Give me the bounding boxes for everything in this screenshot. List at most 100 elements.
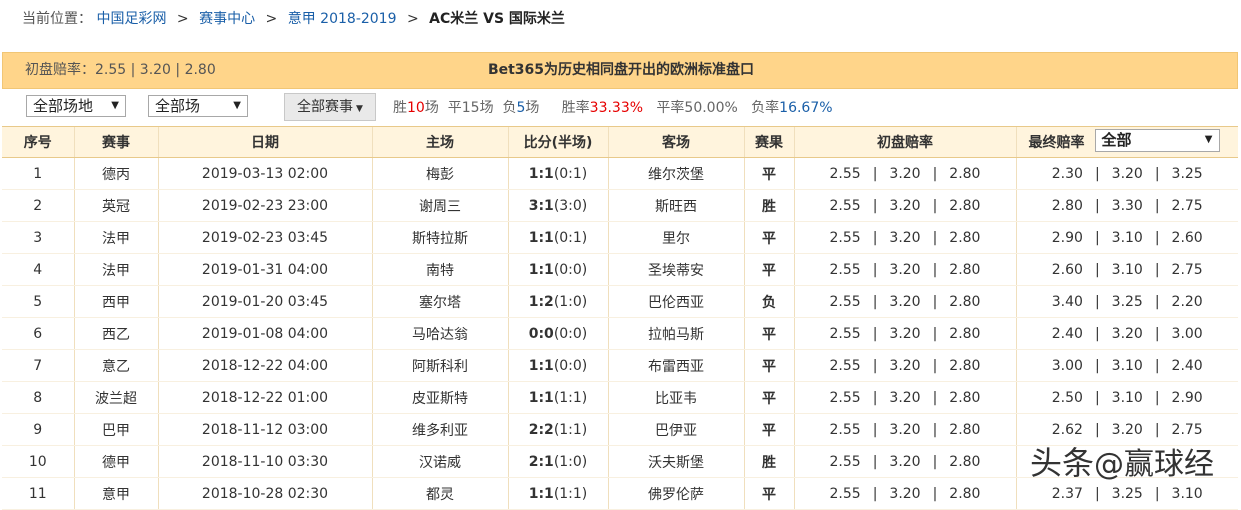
- cell-home-team[interactable]: 塞尔塔: [371, 285, 508, 318]
- cell-home-team[interactable]: 汉诺威: [371, 445, 508, 478]
- venue-select-value: 全部场地: [33, 97, 94, 115]
- initial-odds: 初盘赔率：2.55 | 3.20 | 2.80: [25, 53, 216, 88]
- cell-score[interactable]: 1:1(0:0): [507, 349, 608, 382]
- final-odds-value: 2.90: [1051, 229, 1083, 246]
- cell-score[interactable]: 3:1(3:0): [507, 189, 608, 222]
- cell-score[interactable]: 1:1(0:1): [507, 221, 608, 254]
- cell-final-odds: 3.40 | 3.25 | 2.20: [1015, 285, 1238, 318]
- full-score: 2:1: [528, 453, 554, 470]
- cell-result: 平: [743, 253, 794, 286]
- final-odds-value: 2.40: [1051, 325, 1083, 342]
- lose-label: 负: [502, 100, 517, 116]
- half-score: (1:1): [553, 485, 588, 502]
- odds-separator: |: [1094, 325, 1100, 342]
- cell-league[interactable]: 波兰超: [73, 381, 158, 414]
- cell-league[interactable]: 意乙: [73, 349, 158, 382]
- venue-select[interactable]: 全部场地 ▼: [26, 95, 126, 117]
- odds-separator: |: [932, 389, 938, 406]
- cell-home-team[interactable]: 都灵: [371, 477, 508, 510]
- final-odds-value: 2.75: [1171, 421, 1203, 438]
- cell-away-team[interactable]: 圣埃蒂安: [607, 253, 744, 286]
- cell-away-team[interactable]: 维尔茨堡: [607, 157, 744, 190]
- cell-league[interactable]: 巴甲: [73, 413, 158, 446]
- final-odds-value: 3.30: [1111, 197, 1143, 214]
- final-odds-value: 2.75: [1171, 261, 1203, 278]
- cell-score[interactable]: 0:0(0:0): [507, 317, 608, 350]
- final-odds-value: 2.60: [1051, 261, 1083, 278]
- cell-away-team[interactable]: 佛罗伦萨: [607, 477, 744, 510]
- cell-score[interactable]: 1:1(0:0): [507, 253, 608, 286]
- cell-home-team[interactable]: 维多利亚: [371, 413, 508, 446]
- cell-league[interactable]: 法甲: [73, 221, 158, 254]
- col-header-league: 赛事: [73, 126, 158, 158]
- cell-result: 平: [743, 317, 794, 350]
- odds-separator: |: [872, 229, 878, 246]
- cell-score[interactable]: 1:1(1:1): [507, 477, 608, 510]
- cell-score[interactable]: 1:1(0:1): [507, 157, 608, 190]
- breadcrumb-link-home[interactable]: 中国足彩网: [96, 11, 166, 27]
- odds-separator: |: [1094, 421, 1100, 438]
- table-row: 1 德丙 2019-03-13 02:00 梅彭 1:1(0:1) 维尔茨堡平 2.55 | 3…: [2, 157, 1238, 190]
- table-row: 6 西乙 2019-01-08 04:00 马哈达翁 0:0(0:0) 拉帕马斯平 2.55…: [2, 317, 1238, 350]
- cell-away-team[interactable]: 布雷西亚: [607, 349, 744, 382]
- cell-league[interactable]: 意甲: [73, 477, 158, 510]
- match-select[interactable]: 全部场 ▼: [148, 95, 248, 117]
- cell-away-team[interactable]: 拉帕马斯: [607, 317, 744, 350]
- final-odds-select[interactable]: 全部 ▼: [1094, 129, 1220, 152]
- odds-separator: |: [1094, 197, 1100, 214]
- cell-home-team[interactable]: 阿斯科利: [371, 349, 508, 382]
- half-score: (0:0): [553, 325, 588, 342]
- cell-home-team[interactable]: 皮亚斯特: [371, 381, 508, 414]
- initial-odds-value: 2.80: [949, 421, 981, 438]
- odds-separator: |: [872, 325, 878, 342]
- cell-away-team[interactable]: 斯旺西: [607, 189, 744, 222]
- col-header-initial-odds: 初盘赔率: [793, 126, 1016, 158]
- cell-home-team[interactable]: 梅彭: [371, 157, 508, 190]
- cell-league[interactable]: 西甲: [73, 285, 158, 318]
- half-score: (0:1): [553, 229, 588, 246]
- cell-away-team[interactable]: 巴伊亚: [607, 413, 744, 446]
- cell-date: 2019-03-13 02:00: [157, 157, 372, 190]
- final-odds-value: 3.20: [1111, 325, 1143, 342]
- cell-result: 平: [743, 381, 794, 414]
- col-header-score: 比分(半场): [507, 126, 608, 158]
- cell-result: 平: [743, 413, 794, 446]
- final-odds-value: 3.25: [1111, 485, 1143, 502]
- full-score: 1:1: [528, 389, 554, 406]
- cell-away-team[interactable]: 巴伦西亚: [607, 285, 744, 318]
- cell-home-team[interactable]: 斯特拉斯: [371, 221, 508, 254]
- win-label: 胜: [393, 100, 407, 116]
- cell-final-odds: 3.00 | 3.10 | 2.40: [1015, 349, 1238, 382]
- final-odds-value: 3.25: [1111, 293, 1143, 310]
- odds-separator: |: [872, 197, 878, 214]
- breadcrumb-label: 当前位置：: [22, 11, 92, 27]
- half-score: (1:1): [553, 389, 588, 406]
- cell-home-team[interactable]: 马哈达翁: [371, 317, 508, 350]
- odds-separator: |: [932, 421, 938, 438]
- cell-date: 2018-11-12 03:00: [157, 413, 372, 446]
- cell-away-team[interactable]: 沃夫斯堡: [607, 445, 744, 478]
- cell-initial-odds: 2.55 | 3.20 | 2.80: [793, 413, 1016, 446]
- cell-away-team[interactable]: 比亚韦: [607, 381, 744, 414]
- odds-separator: |: [932, 293, 938, 310]
- league-filter-button[interactable]: 全部赛事 ▼: [284, 93, 376, 121]
- cell-home-team[interactable]: 南特: [371, 253, 508, 286]
- final-odds-value: 3.00: [1051, 357, 1083, 374]
- cell-score[interactable]: 1:1(1:1): [507, 381, 608, 414]
- cell-score[interactable]: 2:2(1:1): [507, 413, 608, 446]
- cell-result: 平: [743, 157, 794, 190]
- cell-league[interactable]: 英冠: [73, 189, 158, 222]
- cell-away-team[interactable]: 里尔: [607, 221, 744, 254]
- final-odds-value: 2.62: [1051, 421, 1083, 438]
- breadcrumb-link-events[interactable]: 赛事中心: [199, 11, 255, 27]
- cell-score[interactable]: 1:2(1:0): [507, 285, 608, 318]
- cell-league[interactable]: 法甲: [73, 253, 158, 286]
- cell-league[interactable]: 德甲: [73, 445, 158, 478]
- breadcrumb-link-league[interactable]: 意甲 2018-2019: [288, 11, 397, 27]
- cell-league[interactable]: 德丙: [73, 157, 158, 190]
- cell-home-team[interactable]: 谢周三: [371, 189, 508, 222]
- breadcrumb-separator: >: [265, 11, 278, 27]
- table-row: 7 意乙 2018-12-22 04:00 阿斯科利 1:1(0:0) 布雷西亚平 2.55…: [2, 349, 1238, 382]
- cell-score[interactable]: 2:1(1:0): [507, 445, 608, 478]
- cell-league[interactable]: 西乙: [73, 317, 158, 350]
